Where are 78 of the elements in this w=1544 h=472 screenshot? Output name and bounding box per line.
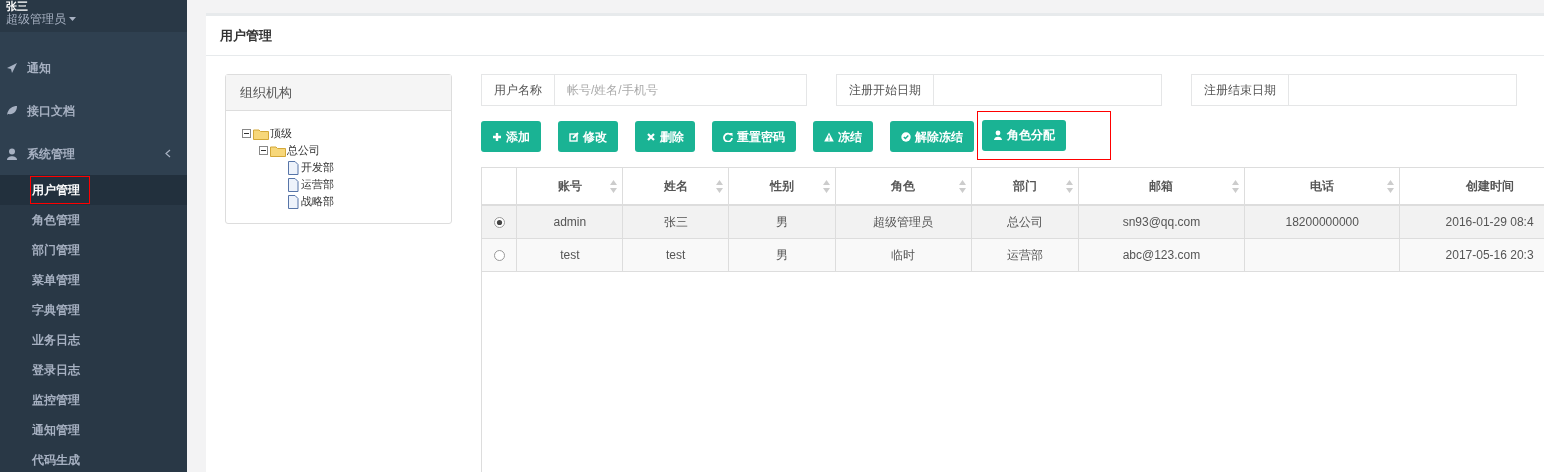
submenu-item[interactable]: 代码生成 bbox=[31, 447, 81, 472]
column-header[interactable]: 部门 bbox=[1012, 179, 1037, 193]
menu-item[interactable]: 通知 bbox=[0, 46, 187, 89]
table-cell: 18200000000 bbox=[1285, 214, 1359, 229]
user-icon bbox=[993, 130, 1003, 140]
collapse-icon bbox=[259, 146, 268, 155]
input-field[interactable]: 帐号/姓名/手机号 bbox=[555, 74, 807, 106]
sort-icon bbox=[822, 180, 830, 193]
table-cell: 运营部 bbox=[1006, 247, 1043, 262]
tree-node[interactable]: 总公司 bbox=[242, 142, 451, 159]
table-cell: 男 bbox=[775, 214, 788, 229]
close-icon bbox=[646, 131, 656, 142]
column-header[interactable]: 电话 bbox=[1310, 179, 1335, 193]
sort-icon bbox=[716, 180, 724, 193]
file-icon bbox=[287, 160, 299, 175]
table-cell: 男 bbox=[775, 247, 788, 262]
radio-button[interactable] bbox=[493, 249, 505, 261]
radio-button[interactable] bbox=[493, 217, 505, 229]
plus-icon bbox=[492, 131, 502, 142]
send-icon bbox=[6, 61, 18, 74]
submenu-item[interactable]: 监控管理 bbox=[31, 387, 81, 413]
field-label: 注册开始日期 bbox=[836, 74, 934, 106]
input-field[interactable] bbox=[1289, 74, 1517, 106]
table-cell: admin bbox=[553, 214, 587, 229]
table-cell: 张三 bbox=[663, 214, 688, 229]
table-cell: 总公司 bbox=[1006, 214, 1043, 229]
sort-icon bbox=[1387, 180, 1395, 193]
submenu-item[interactable]: 登录日志 bbox=[31, 357, 81, 383]
table-cell: 2016-01-29 08:4 bbox=[1445, 214, 1534, 229]
table-cell: 临时 bbox=[891, 247, 916, 262]
file-icon bbox=[287, 194, 299, 209]
column-header[interactable]: 邮箱 bbox=[1149, 179, 1174, 193]
edit-icon bbox=[569, 131, 579, 142]
column-header[interactable]: 性别 bbox=[769, 179, 794, 193]
chevron-icon bbox=[165, 149, 171, 158]
tree-node[interactable]: 顶级 bbox=[242, 125, 451, 142]
collapse-icon bbox=[242, 129, 251, 138]
caret-icon bbox=[69, 17, 76, 21]
folder-icon bbox=[270, 144, 286, 157]
sort-icon bbox=[610, 180, 618, 193]
menu-item[interactable]: 系统管理 bbox=[0, 132, 187, 175]
tree-node[interactable]: 战略部 bbox=[242, 193, 451, 210]
sort-icon bbox=[1065, 180, 1073, 193]
table-cell: abc@123.com bbox=[1122, 247, 1201, 262]
sort-icon bbox=[958, 180, 966, 193]
submenu-item[interactable]: 角色管理 bbox=[31, 207, 81, 233]
input-field[interactable] bbox=[934, 74, 1162, 106]
submenu-item[interactable]: 字典管理 bbox=[31, 297, 81, 323]
table-cell: 超级管理员 bbox=[873, 214, 934, 229]
tree-node[interactable]: 开发部 bbox=[242, 159, 451, 176]
user-icon bbox=[6, 147, 18, 160]
check-circle-icon bbox=[901, 131, 911, 142]
column-header[interactable]: 姓名 bbox=[663, 179, 688, 193]
refresh-icon bbox=[723, 131, 733, 142]
field-label: 注册结束日期 bbox=[1191, 74, 1289, 106]
file-icon bbox=[287, 177, 299, 192]
submenu-item[interactable]: 菜单管理 bbox=[31, 267, 81, 293]
submenu-item[interactable]: 业务日志 bbox=[31, 327, 81, 353]
menu-item[interactable]: 接口文档 bbox=[0, 89, 187, 132]
column-header[interactable]: 账号 bbox=[557, 179, 582, 193]
table-cell: 2017-05-16 20:3 bbox=[1445, 247, 1534, 262]
folder-icon bbox=[253, 127, 269, 140]
page-title: 用户管理 bbox=[220, 26, 272, 45]
leaf-icon bbox=[6, 104, 18, 117]
submenu-item[interactable]: 部门管理 bbox=[31, 237, 81, 263]
panel-title: 组织机构 bbox=[240, 83, 292, 102]
table-cell: sn93@qq.com bbox=[1122, 214, 1201, 229]
tree-node[interactable]: 运营部 bbox=[242, 176, 451, 193]
field-label: 用户名称 bbox=[481, 74, 555, 106]
warning-icon bbox=[824, 131, 834, 142]
submenu-item[interactable]: 通知管理 bbox=[31, 417, 81, 443]
column-header[interactable]: 创建时间 bbox=[1465, 179, 1514, 193]
table-cell: test bbox=[666, 247, 686, 262]
column-header[interactable]: 角色 bbox=[891, 179, 916, 193]
user-role-dropdown[interactable]: 超级管理员 bbox=[6, 12, 76, 26]
sort-icon bbox=[1232, 180, 1240, 193]
table-cell: test bbox=[560, 247, 580, 262]
user-name: 张三 bbox=[6, 0, 28, 12]
